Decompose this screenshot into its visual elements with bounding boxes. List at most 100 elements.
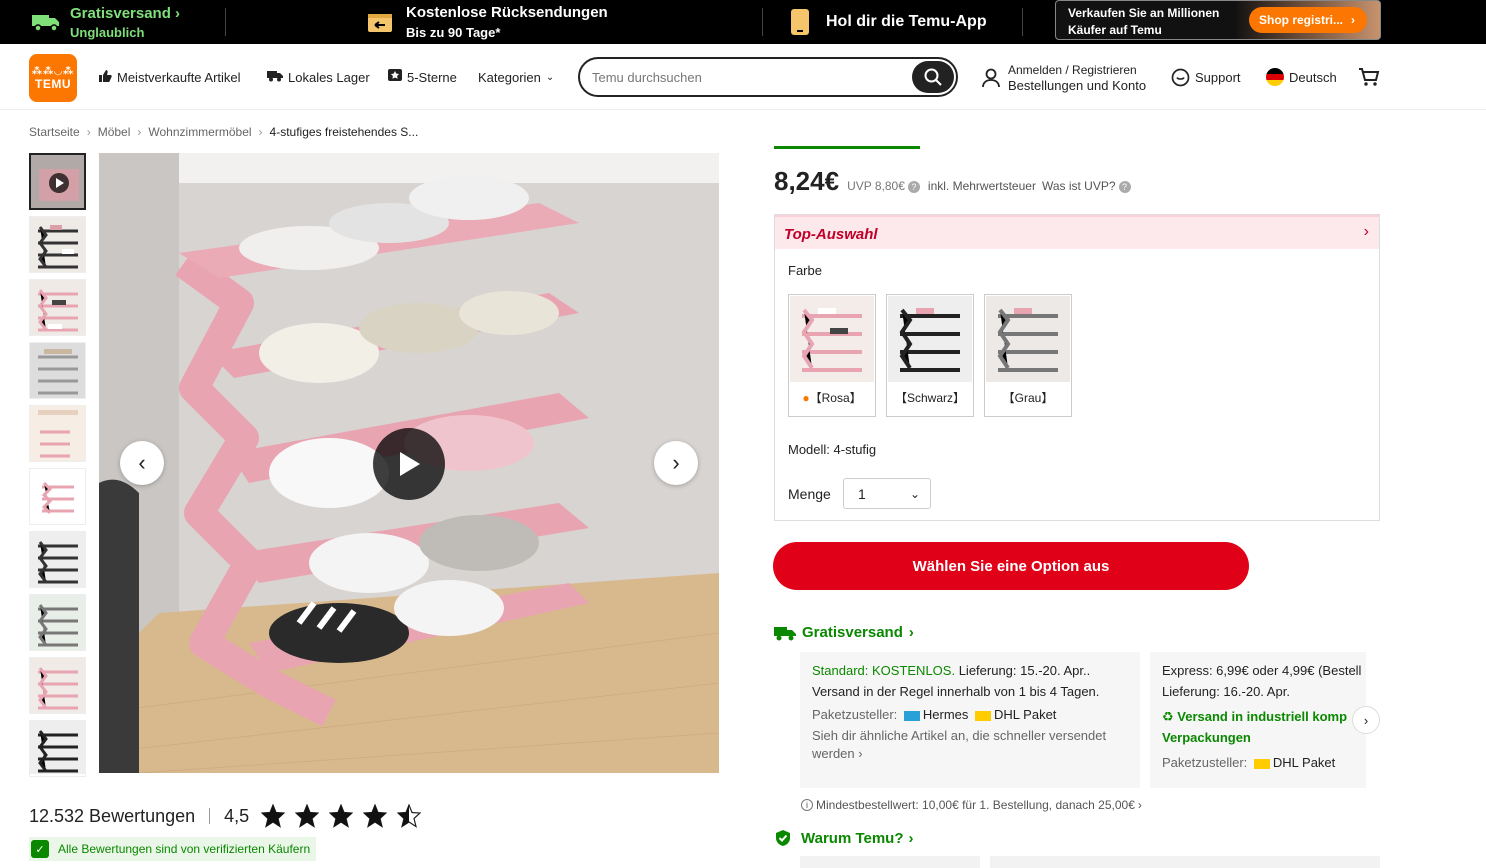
quantity-value: 1 [858,486,866,502]
promo-returns-title: Kostenlose Rücksendungen [406,4,608,21]
temu-logo[interactable]: ⁂⁂◡⁂ TEMU [29,54,77,102]
thumbnail-image[interactable] [29,657,86,714]
thumbnail-image[interactable] [29,216,86,273]
shipping-standard-card: Standard: KOSTENLOS. Lieferung: 15.-20. … [800,652,1140,788]
seller-line2: Käufer auf Temu [1068,23,1162,37]
star-icon [329,804,354,828]
thumbs-up-icon [98,69,112,86]
main-product-image[interactable]: ‹ › [99,153,719,773]
chevron-down-icon: ⌄ [909,487,920,501]
nav-five-stars-label: 5-Sterne [407,69,457,85]
nav-bestsellers[interactable]: Meistverkaufte Artikel [98,44,241,110]
rating-summary[interactable]: 12.532 Bewertungen 4,5 [29,800,422,832]
express-delivery: Lieferung: 16.-20. Apr. [1162,684,1290,699]
color-option-grau[interactable]: 【Grau】 [984,294,1072,417]
eco-note: Versand in industriell komp Verpackungen [1162,709,1348,745]
why-temu-card [990,856,1380,868]
star-icon [261,804,286,828]
next-image-button[interactable]: › [654,441,698,485]
support-label: Support [1195,69,1241,85]
promo-returns[interactable]: Kostenlose Rücksendungen Bis zu 90 Tage* [367,0,608,44]
cart-icon [1359,68,1380,86]
quantity-label: Menge [788,486,831,502]
dhl-logo-icon [975,710,992,721]
thumbnail-image[interactable] [29,720,86,777]
promo-shipping-sub: Unglaublich [70,24,145,40]
tab-indicator [774,146,920,149]
thumbnail-image[interactable] [29,468,86,525]
chevron-down-icon: ⌄ [545,71,555,83]
color-label: Farbe [788,263,822,278]
shipping-next-button[interactable]: › [1352,706,1380,734]
star-icon [363,804,388,828]
thumbnail-image[interactable] [29,594,86,651]
carriers-label: Paketzusteller: [812,707,898,722]
rating-stars [251,804,422,828]
phone-icon [791,9,809,35]
breadcrumb-moebel[interactable]: Möbel [98,125,131,139]
thumbnail-video[interactable] [29,153,86,210]
play-icon [400,452,420,476]
thumbnail-image[interactable] [29,531,86,588]
shop-register-button[interactable]: Shop registri... › [1249,7,1367,33]
nav-local-warehouse[interactable]: Lokales Lager [267,44,370,110]
uvp-info-link[interactable]: Was ist UVP? [1042,179,1116,193]
help-icon[interactable]: ? [1118,181,1131,193]
account-menu[interactable]: Anmelden / Registrieren Bestellungen und… [982,62,1146,94]
nav-categories-label: Kategorien [478,69,541,85]
shield-check-icon [776,830,790,846]
why-temu-header[interactable]: Warum Temu? › [774,829,914,847]
thumbnail-image[interactable] [29,405,86,462]
select-option-label: Wählen Sie eine Option aus [912,557,1110,575]
play-video-button[interactable] [373,428,445,500]
breadcrumb-separator-icon: › [86,125,91,139]
promo-returns-sub: Bis zu 90 Tage* [406,25,501,40]
nav-categories[interactable]: Kategorien ⌄ [478,44,554,110]
color-option-schwarz[interactable]: 【Schwarz】 [886,294,974,417]
chevron-right-icon: › [908,829,914,847]
thumbnail-image[interactable] [29,279,86,336]
search-button[interactable] [912,61,954,93]
review-count: 12.532 Bewertungen [29,805,196,826]
language-selector[interactable]: Deutsch [1266,44,1337,110]
breadcrumb-home[interactable]: Startseite [29,125,80,139]
seller-banner[interactable]: Verkaufen Sie an Millionen Käufer auf Te… [1055,0,1381,40]
chevron-left-icon: ‹ [138,450,146,475]
option-selector: Top-Auswahl › Farbe ●【Rosa】 【Schwarz】 【G… [774,214,1380,521]
truck-icon [774,626,796,640]
verified-label: Alle Bewertungen sind von verifizierten … [58,842,311,856]
info-icon: i [801,799,813,811]
breadcrumb-separator-icon: › [258,125,263,139]
breadcrumb: Startseite › Möbel › Wohnzimmermöbel › 4-st… [29,125,418,139]
cart-button[interactable] [1358,44,1380,110]
breadcrumb-wohnzimmer[interactable]: Wohnzimmermöbel [148,125,251,139]
free-shipping-header[interactable]: Gratisversand › [774,624,914,641]
nav-five-stars[interactable]: 5-Sterne [388,44,457,110]
thumbnail-image[interactable] [29,342,86,399]
price-row: 8,24€ UVP 8,80€ ? inkl. Mehrwertsteuer W… [774,166,1131,200]
select-option-button[interactable]: Wählen Sie eine Option aus [773,542,1249,590]
prev-image-button[interactable]: ‹ [120,441,164,485]
promo-bar: Gratisversand › Unglaublich Kostenlose R… [0,0,1486,44]
promo-shipping-title: Gratisversand [70,4,171,22]
top-selection-banner[interactable]: Top-Auswahl › [775,215,1379,249]
promo-app[interactable]: Hol dir die Temu-App [790,0,987,44]
shop-register-label: Shop registri... [1259,13,1344,27]
faster-items-link[interactable]: Sieh dir ähnliche Artikel an, die schnel… [812,728,1106,761]
site-header: ⁂⁂◡⁂ TEMU Meistverkaufte Artikel Lokales… [0,44,1486,110]
logo-text: TEMU [35,76,71,91]
quantity-select[interactable]: 1 ⌄ [843,478,931,509]
min-order-note[interactable]: i Mindestbestellwert: 10,00€ für 1. Best… [801,798,1142,812]
language-label: Deutsch [1289,69,1337,85]
support-link[interactable]: Support [1171,44,1241,110]
promo-shipping[interactable]: Gratisversand › Unglaublich [31,0,180,44]
account-line1: Anmelden / Registrieren [1008,63,1137,77]
account-line2: Bestellungen und Konto [1008,78,1147,93]
help-icon[interactable]: ? [907,181,920,193]
color-option-rosa[interactable]: ●【Rosa】 [788,294,876,417]
uvp-price: UVP 8,80€ [847,179,905,193]
search-input[interactable] [592,67,912,87]
color-rosa-label: 【Rosa】 [809,391,862,405]
seller-line1: Verkaufen Sie an Millionen [1068,6,1220,20]
nav-local-warehouse-label: Lokales Lager [288,69,370,85]
